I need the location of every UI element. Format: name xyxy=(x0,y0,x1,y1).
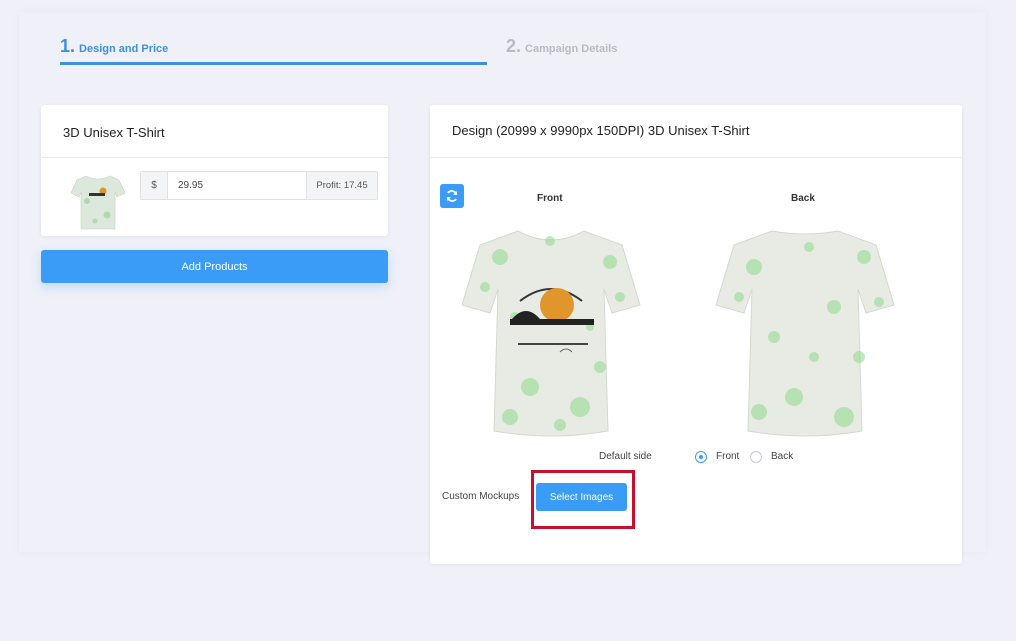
add-products-button[interactable]: Add Products xyxy=(41,250,388,283)
default-side-label: Default side xyxy=(599,451,652,462)
back-label: Back xyxy=(791,193,815,204)
step-number: 1. xyxy=(60,36,76,56)
radio-front[interactable] xyxy=(695,451,707,463)
refresh-icon xyxy=(446,190,458,202)
product-title: 3D Unisex T-Shirt xyxy=(63,125,165,140)
price-input[interactable] xyxy=(168,172,306,199)
step-label: Design and Price xyxy=(79,43,169,55)
step-design-and-price[interactable]: 1. Design and Price xyxy=(60,36,168,57)
front-mockup-image xyxy=(461,230,641,437)
profit-label: Profit: 17.45 xyxy=(306,172,377,199)
step-number: 2. xyxy=(506,36,522,56)
custom-mockups-label: Custom Mockups xyxy=(442,491,520,502)
radio-front-label: Front xyxy=(716,451,740,462)
design-card: Design (20999 x 9990px 150DPI) 3D Unisex… xyxy=(430,105,962,564)
divider xyxy=(41,157,388,158)
radio-back[interactable] xyxy=(750,451,762,463)
back-mockup-image xyxy=(715,230,895,437)
radio-back-label: Back xyxy=(771,451,794,462)
price-input-group: $ Profit: 17.45 xyxy=(140,171,378,200)
design-title: Design (20999 x 9990px 150DPI) 3D Unisex… xyxy=(452,123,750,138)
refresh-button[interactable] xyxy=(440,184,464,208)
currency-prefix: $ xyxy=(141,172,168,199)
step-label: Campaign Details xyxy=(525,43,618,55)
step-campaign-details[interactable]: 2. Campaign Details xyxy=(506,36,617,57)
select-images-button[interactable]: Select Images xyxy=(536,483,627,511)
active-step-underline xyxy=(60,62,487,65)
front-label: Front xyxy=(537,193,563,204)
divider xyxy=(430,157,962,158)
product-thumbnail xyxy=(70,175,126,230)
